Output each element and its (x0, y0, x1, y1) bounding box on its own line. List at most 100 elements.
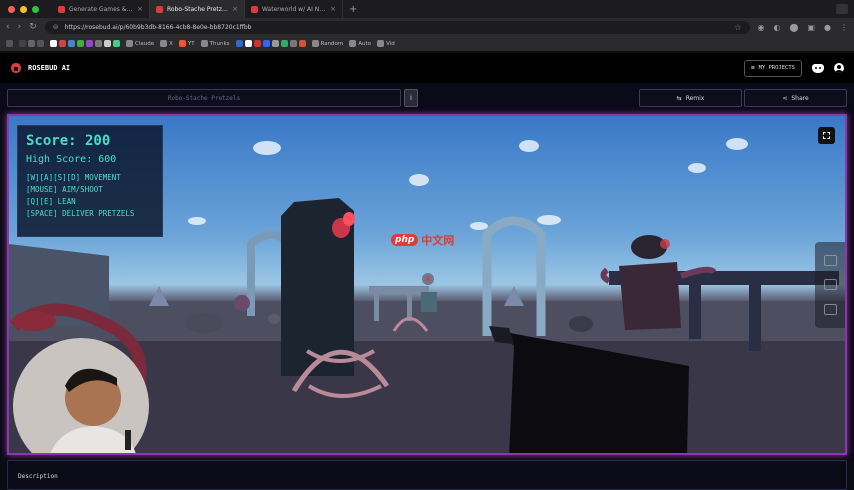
extension-icon[interactable]: ⬤ (790, 23, 799, 32)
control-line: [Q][E] LEAN (26, 197, 76, 206)
menu-icon[interactable]: ⋮ (840, 23, 848, 32)
project-toolbar: Robo-Stache Pretzels i ⇆ Remix ⋖ Share (0, 83, 854, 113)
bookmark-folder-yt[interactable]: YT (178, 40, 195, 47)
description-heading: Description (18, 473, 58, 480)
rock (186, 313, 222, 333)
close-tab-icon[interactable]: × (137, 5, 143, 13)
clouds (188, 138, 748, 230)
window-controls[interactable] (0, 5, 52, 13)
browser-tab-bar: Generate Games & Apps wit × Robo-Stache … (0, 0, 854, 18)
bookmark-star-icon[interactable]: ☆ (734, 23, 741, 32)
rosebud-favicon-icon (156, 5, 163, 13)
pillar (689, 284, 701, 339)
my-projects-button[interactable]: ⊞ MY PROJECTS (744, 59, 802, 77)
profile-icon[interactable]: ● (824, 23, 831, 32)
robot-eye (343, 212, 355, 226)
bookmark-item[interactable] (235, 40, 306, 47)
side-tool-panel (815, 242, 845, 328)
structure (407, 286, 412, 321)
share-label: Share (791, 94, 809, 102)
info-button[interactable]: i (404, 89, 418, 107)
bookmark-folder-random[interactable]: Random (311, 40, 343, 47)
small-robot-eye (426, 277, 430, 281)
extensions-area: ◉ ◐ ⬤ ▣ ● ⋮ (758, 23, 848, 32)
remix-icon: ⇆ (676, 94, 682, 102)
browser-tab-active[interactable]: Robo-Stache Pretzels | Pla × (150, 0, 245, 18)
reload-icon[interactable]: ↻ (29, 22, 37, 32)
apps-icon[interactable] (6, 40, 13, 47)
brand-name: ROSEBUD AI (28, 64, 71, 72)
microphone (125, 430, 131, 450)
pillar (749, 281, 761, 351)
tab-title: Generate Games & Apps wit (69, 5, 133, 13)
game-canvas[interactable]: Score: 200 High Score: 600 [W][A][S][D] … (7, 114, 847, 455)
new-tab-icon[interactable]: + (343, 4, 357, 15)
rock (569, 316, 593, 332)
url-text: https://rosebud.ai/p/60b9b3db-8166-4cb8-… (64, 23, 252, 31)
bookmark-item[interactable] (19, 40, 44, 47)
close-window-icon[interactable] (8, 5, 15, 13)
panel-tool-icon[interactable] (823, 254, 837, 266)
tree (504, 286, 524, 306)
score-text: Score: 200 (26, 133, 111, 149)
project-title-text: Robo-Stache Pretzels (167, 94, 241, 102)
address-bar[interactable]: ⊜ https://rosebud.ai/p/60b9b3db-8166-4cb… (44, 20, 750, 34)
bookmark-folder-x[interactable]: X (160, 40, 173, 47)
bookmarks-bar: Claude X YT Thunks Random Auto Vid (0, 36, 854, 52)
fullscreen-button[interactable] (818, 127, 835, 144)
browser-toolbar: ‹ › ↻ ⊜ https://rosebud.ai/p/60b9b3db-81… (0, 18, 854, 36)
browser-tab[interactable]: Waterworld w/ AI NPCs (and × (245, 0, 343, 18)
bookmark-folder-auto[interactable]: Auto (349, 40, 371, 47)
structure (374, 286, 379, 321)
red-pretzel-part (12, 311, 56, 331)
watermark-badge: php (391, 234, 419, 246)
robot-body (619, 262, 681, 330)
maximize-window-icon[interactable] (32, 5, 39, 13)
rosebud-favicon-icon (58, 5, 65, 13)
robot-eye (660, 239, 670, 249)
control-line: [MOUSE] AIM/SHOOT (26, 185, 103, 194)
description-panel: Description (7, 460, 847, 490)
info-icon: i (410, 94, 412, 102)
brand-logo[interactable]: ROSEBUD AI (10, 62, 70, 74)
bookmark-folder-thunks[interactable]: Thunks (200, 40, 230, 47)
high-score-text: High Score: 600 (26, 154, 117, 165)
back-icon[interactable]: ‹ (6, 22, 10, 32)
puzzle-icon[interactable]: ▣ (807, 23, 815, 32)
watermark-text: 中文网 (421, 234, 455, 247)
app-header: ROSEBUD AI ⊞ MY PROJECTS (0, 53, 854, 83)
share-icon: ⋖ (782, 94, 788, 102)
forward-icon[interactable]: › (18, 22, 22, 32)
panel-tool-icon[interactable] (823, 279, 837, 291)
close-tab-icon[interactable]: × (232, 5, 238, 13)
control-line: [W][A][S][D] MOVEMENT (26, 173, 121, 182)
small-robot (421, 292, 437, 312)
browser-tab[interactable]: Generate Games & Apps wit × (52, 0, 150, 18)
control-line: [SPACE] DELIVER PRETZELS (26, 209, 135, 218)
fullscreen-icon (823, 132, 830, 139)
extension-icon[interactable]: ◐ (774, 23, 781, 32)
rock (268, 314, 280, 324)
robot-arm (600, 267, 611, 284)
discord-icon[interactable] (812, 63, 824, 73)
close-tab-icon[interactable]: × (330, 5, 336, 13)
tab-title: Robo-Stache Pretzels | Pla (167, 5, 229, 13)
rosebud-logo-icon (11, 63, 21, 73)
pretzel-ball (234, 295, 250, 311)
share-button[interactable]: ⋖ Share (744, 89, 847, 107)
controls-list: [W][A][S][D] MOVEMENT [MOUSE] AIM/SHOOT … (26, 172, 154, 220)
project-title-field[interactable]: Robo-Stache Pretzels (7, 89, 401, 107)
tab-search-icon[interactable] (836, 4, 848, 14)
remix-button[interactable]: ⇆ Remix (639, 89, 742, 107)
extension-icon[interactable]: ◉ (758, 23, 765, 32)
bookmark-folder-vid[interactable]: Vid (377, 40, 395, 47)
minimize-window-icon[interactable] (20, 5, 27, 13)
panel-tool-icon[interactable] (823, 304, 837, 316)
remix-label: Remix (685, 94, 705, 102)
bookmark-item[interactable] (50, 40, 120, 47)
rosebud-favicon-icon (251, 5, 258, 13)
tree (149, 286, 169, 306)
user-account-icon[interactable] (834, 63, 844, 73)
bookmark-folder-claude[interactable]: Claude (126, 40, 154, 47)
site-info-icon[interactable]: ⊜ (53, 23, 59, 31)
